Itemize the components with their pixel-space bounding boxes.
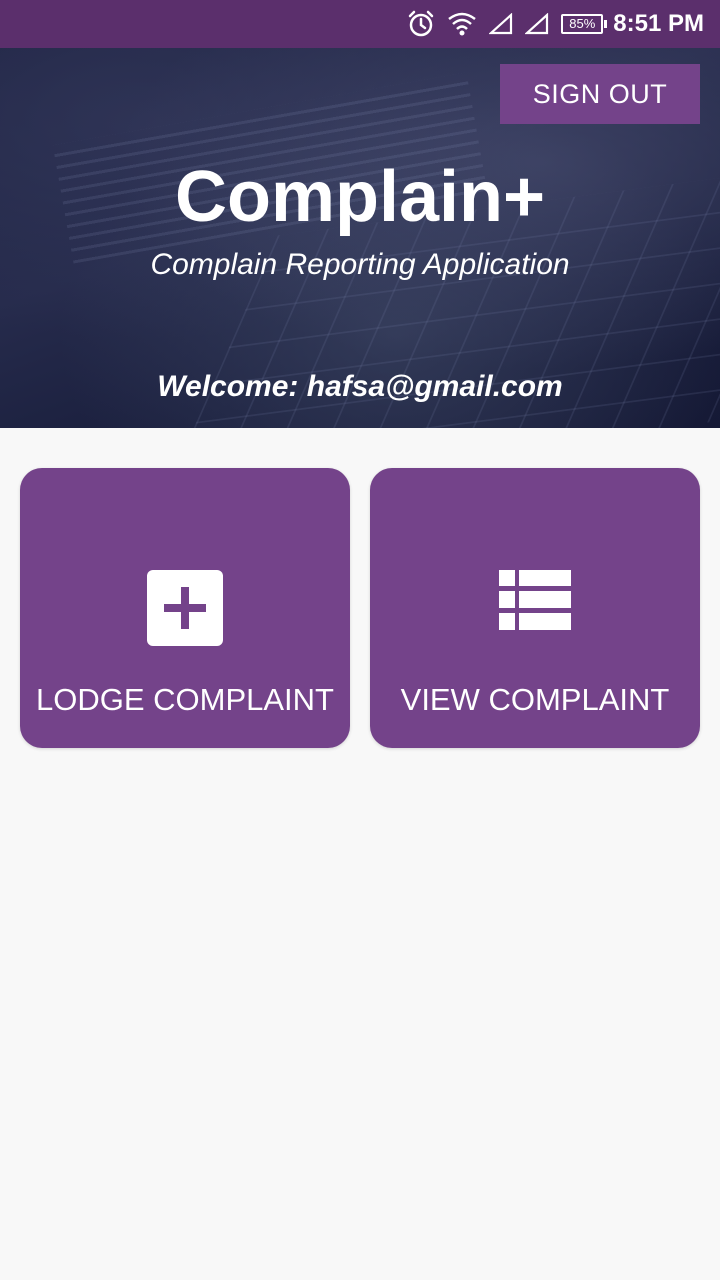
alarm-icon <box>407 10 435 38</box>
list-icon <box>499 570 571 634</box>
signal-icon <box>525 13 549 35</box>
header-banner: SIGN OUT Complain+ Complain Reporting Ap… <box>0 48 720 428</box>
welcome-text: Welcome: hafsa@gmail.com <box>157 370 563 403</box>
wifi-icon <box>447 11 477 37</box>
sign-out-button[interactable]: SIGN OUT <box>500 64 700 124</box>
plus-box-icon <box>147 570 223 650</box>
battery-tip <box>604 20 608 28</box>
view-complaint-card[interactable]: VIEW COMPLAINT <box>370 468 700 748</box>
status-time: 8:51 PM <box>613 10 704 37</box>
status-icons: 85% <box>407 10 608 38</box>
signal-icon <box>489 13 513 35</box>
battery-level: 85% <box>561 14 604 34</box>
lodge-complaint-label: LODGE COMPLAINT <box>36 682 334 717</box>
battery-icon: 85% <box>561 14 608 34</box>
view-complaint-label: VIEW COMPLAINT <box>400 682 670 717</box>
app-title: Complain+ <box>174 157 546 237</box>
action-cards: LODGE COMPLAINT VIEW COMPLAINT <box>20 468 700 748</box>
app-subtitle: Complain Reporting Application <box>150 248 570 281</box>
lodge-complaint-card[interactable]: LODGE COMPLAINT <box>20 468 350 748</box>
status-bar: 85% 8:51 PM <box>0 0 720 48</box>
